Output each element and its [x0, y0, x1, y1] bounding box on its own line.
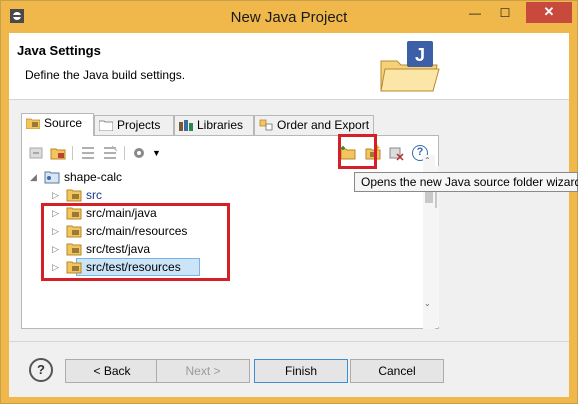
next-button[interactable]: Next >: [156, 359, 250, 383]
projects-folder-icon: [99, 120, 113, 131]
finish-button[interactable]: Finish: [254, 359, 348, 383]
scroll-up-icon[interactable]: ⌃: [424, 156, 431, 165]
build-path-dropdown[interactable]: ▼: [152, 145, 168, 161]
remove-folder-icon[interactable]: [388, 145, 404, 161]
tab-projects-label: Projects: [117, 118, 161, 132]
wizard-header: Java Settings Define the Java build sett…: [9, 33, 569, 100]
configure-folder-icon[interactable]: [50, 145, 66, 161]
include-icon[interactable]: [80, 145, 96, 161]
dialog-window: New Java Project — ☐ ✕ Java Settings Def…: [0, 0, 578, 404]
cancel-button[interactable]: Cancel: [350, 359, 444, 383]
tab-libraries-label: Libraries: [197, 118, 244, 132]
page-title: Java Settings: [17, 43, 101, 58]
highlight-box-new-source-folder: [338, 134, 377, 169]
link-source-icon[interactable]: [28, 145, 44, 161]
scroll-down-icon[interactable]: ⌄: [424, 299, 431, 308]
tab-libraries[interactable]: Libraries: [174, 115, 254, 135]
tab-order-and-export[interactable]: Order and Export: [254, 115, 374, 135]
page-description: Define the Java build settings.: [25, 68, 186, 82]
order-export-icon: [259, 119, 273, 131]
tab-bar: Source Projects Libraries Order and Expo…: [21, 113, 561, 136]
footer-separator: [9, 341, 569, 342]
source-folder-icon: [26, 118, 40, 129]
libraries-icon: [179, 120, 193, 131]
tooltip: Opens the new Java source folder wizard: [354, 172, 578, 192]
svg-text:J: J: [415, 45, 425, 65]
tab-source-label: Source: [44, 116, 83, 130]
title-bar: New Java Project — ☐ ✕: [1, 1, 577, 33]
toolbar-separator: [72, 146, 73, 160]
java-project-banner-icon: J: [380, 41, 440, 92]
build-path-icon[interactable]: [132, 145, 148, 161]
tab-order-export-label: Order and Export: [277, 118, 370, 132]
toolbar-separator: [124, 146, 125, 160]
project-name: shape-calc: [64, 170, 123, 184]
java-project-icon: [44, 171, 60, 184]
help-button[interactable]: ?: [29, 358, 53, 382]
highlight-box-source-folders: [41, 203, 230, 281]
tab-projects[interactable]: Projects: [94, 115, 174, 135]
back-button[interactable]: < Back: [65, 359, 159, 383]
close-button[interactable]: ✕: [526, 2, 572, 23]
minimize-button[interactable]: —: [461, 5, 489, 23]
tree-item-label: src: [86, 188, 102, 202]
exclude-icon[interactable]: [102, 145, 118, 161]
dialog-content: Java Settings Define the Java build sett…: [9, 33, 569, 397]
expand-arrow-icon[interactable]: ◢: [30, 168, 37, 186]
collapse-arrow-icon[interactable]: ▷: [52, 186, 59, 204]
tab-source[interactable]: Source: [21, 113, 94, 136]
maximize-button[interactable]: ☐: [491, 5, 519, 23]
source-folder-icon: [66, 189, 82, 202]
